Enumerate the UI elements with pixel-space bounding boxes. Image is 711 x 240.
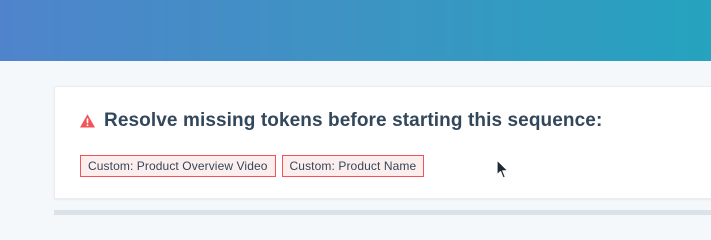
next-panel-edge [54,210,711,215]
missing-token-product-overview-video[interactable]: Custom: Product Overview Video [80,155,276,177]
missing-tokens-alert-card: Resolve missing tokens before starting t… [54,86,711,199]
alert-title-row: Resolve missing tokens before starting t… [79,109,602,133]
warning-icon [79,113,96,129]
alert-title: Resolve missing tokens before starting t… [104,110,603,131]
missing-token-list: Custom: Product Overview Video Custom: P… [80,155,425,177]
sequence-token-warning-screen: Resolve missing tokens before starting t… [0,0,711,215]
header-banner [0,0,711,61]
missing-token-product-name[interactable]: Custom: Product Name [281,155,425,177]
